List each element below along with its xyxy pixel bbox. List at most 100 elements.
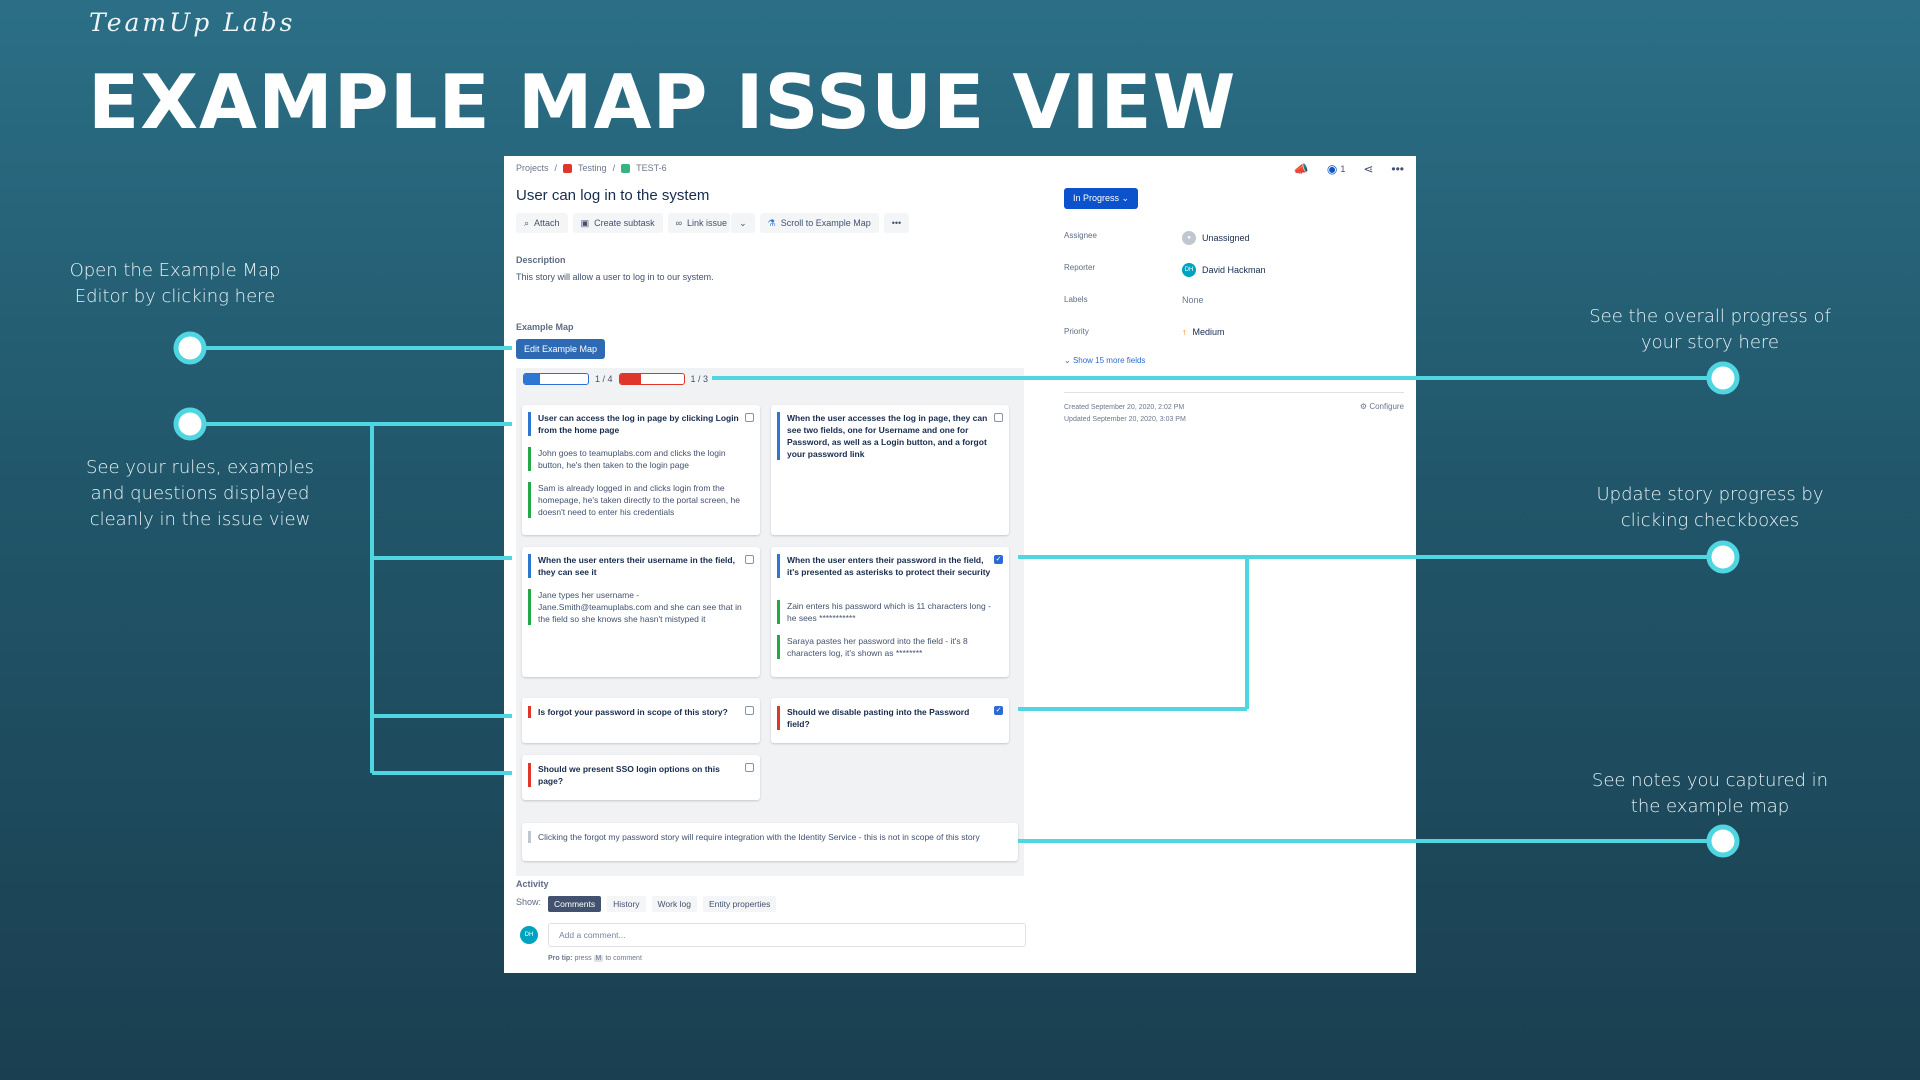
example-text: Sam is already logged in and clicks logi… [528,482,744,518]
labels-label: Labels [1064,295,1088,304]
status-dropdown[interactable]: In Progress ⌄ [1064,188,1139,209]
callout-dot [173,407,207,441]
rule-checkbox[interactable]: ✓ [994,555,1003,564]
configure-button[interactable]: ⚙ Configure [1360,402,1404,411]
rule-card: When the user accesses the log in page, … [771,405,1009,535]
example-text: Saraya pastes her password into the fiel… [777,635,993,659]
breadcrumb-issue-key[interactable]: TEST-6 [636,163,667,173]
assignee-value[interactable]: ● Unassigned [1182,231,1250,245]
question-card: Should we present SSO login options on t… [522,755,760,800]
paperclip-icon: ⌕ [524,217,530,228]
question-checkbox[interactable] [745,763,754,772]
question-card: Should we disable pasting into the Passw… [771,698,1009,743]
chevron-down-icon: ⌄ [1064,356,1071,365]
create-subtask-button[interactable]: ▣ Create subtask [572,213,663,233]
tab-history[interactable]: History [607,896,646,912]
labels-value[interactable]: None [1182,295,1204,305]
example-map-panel: 1 / 4 1 / 3 User can access the log in p… [516,368,1024,876]
link-dropdown-button[interactable]: ⌄ [731,213,755,233]
configure-label: Configure [1369,402,1404,411]
priority-label: Priority [1064,327,1089,336]
rule-card: When the user enters their password in t… [771,547,1009,677]
issue-toolbar: ⌕ Attach ▣ Create subtask ∞ Link issue ⌄ ⚗ S… [516,213,910,233]
question-card: Is forgot your password in scope of this… [522,698,760,743]
link-icon: ∞ [675,218,683,228]
note-text: Clicking the forgot my password story wi… [528,831,1002,843]
comment-input[interactable]: Add a comment... [548,923,1026,947]
rule-text: When the user accesses the log in page, … [777,412,993,460]
rule-card: When the user enters their username in t… [522,547,760,677]
reporter-label: Reporter [1064,263,1096,272]
question-text: Is forgot your password in scope of this… [528,706,744,718]
activity-label: Activity [516,879,549,889]
breadcrumb: Projects / Testing / TEST-6 [516,163,667,173]
link-issue-button[interactable]: ∞ Link issue [667,213,731,233]
breadcrumb-project[interactable]: Testing [578,163,607,173]
rule-text: When the user enters their password in t… [777,554,993,578]
attach-label: Attach [534,218,560,228]
gear-icon: ⚙ [1359,402,1368,411]
attach-button[interactable]: ⌕ Attach [516,213,568,233]
reporter-value[interactable]: DH David Hackman [1182,263,1266,277]
rule-text: User can access the log in page by click… [528,412,744,436]
description-text[interactable]: This story will allow a user to log in t… [516,272,714,282]
rule-checkbox[interactable] [994,413,1003,422]
avatar: DH [520,926,538,944]
question-text: Should we present SSO login options on t… [528,763,744,787]
reporter-name: David Hackman [1202,265,1266,275]
edit-example-map-button[interactable]: Edit Example Map [516,339,606,359]
pro-tip: Pro tip: press M to comment [548,955,642,962]
priority-value[interactable]: ↑ Medium [1182,327,1225,337]
flask-icon: ⚗ [767,217,776,228]
more-fields-label: Show 15 more fields [1072,356,1146,365]
questions-progress-text: 1 / 3 [690,374,709,384]
callout-dot [1706,540,1740,574]
story-icon [621,163,631,173]
example-text: Jane types her username - Jane.Smith@tea… [528,589,744,625]
tab-entity-properties[interactable]: Entity properties [702,896,777,912]
question-text: Should we disable pasting into the Passw… [777,706,993,730]
callout-dot [1706,824,1740,858]
issue-sidebar: In Progress ⌄ Assignee ● Unassigned Repor… [1058,156,1416,973]
brand-name: TeamUp Labs [89,8,296,37]
callout-checkboxes: Update story progress by clicking checkb… [1596,484,1824,531]
protip-suffix: to comment [605,955,642,962]
created-date: Created September 20, 2020, 2:02 PM [1064,404,1185,411]
scroll-to-example-map-button[interactable]: ⚗ Scroll to Example Map [759,213,879,233]
priority-field: Priority ↑ Medium [1064,327,1404,337]
project-icon [563,163,573,173]
question-checkbox[interactable] [745,706,754,715]
callout-progress: See the overall progress of your story h… [1589,306,1831,353]
show-more-fields-link[interactable]: ⌄ Show 15 more fields [1064,356,1145,365]
questions-progress-bar [618,373,685,385]
protip-key: M [593,955,604,962]
note-card: Clicking the forgot my password story wi… [522,823,1018,861]
example-map-label: Example Map [516,322,574,332]
breadcrumb-projects[interactable]: Projects [516,163,549,173]
user-icon: ● [1182,231,1196,245]
breadcrumb-separator: / [612,163,616,173]
rule-checkbox[interactable] [745,413,754,422]
rules-progress-fill [524,374,540,384]
arrow-up-icon: ↑ [1182,327,1187,337]
tab-work-log[interactable]: Work log [651,896,697,912]
question-checkbox[interactable]: ✓ [994,706,1003,715]
labels-field: Labels None [1064,295,1404,305]
divider [1064,392,1404,393]
more-actions-button[interactable]: ••• [883,213,910,233]
status-label: In Progress [1073,193,1120,203]
show-label: Show: [516,897,542,907]
issue-title[interactable]: User can log in to the system [516,187,709,204]
priority-name: Medium [1192,327,1225,337]
more-icon: ••• [891,218,902,228]
rule-text: When the user enters their username in t… [528,554,744,578]
rule-checkbox[interactable] [745,555,754,564]
scroll-label: Scroll to Example Map [780,218,871,228]
tab-comments[interactable]: Comments [548,896,602,912]
callout-dot [1706,361,1740,395]
issue-view-screenshot: Projects / Testing / TEST-6 📣 ◉ 1 ⋖ ••• … [504,156,1416,973]
avatar: DH [1182,263,1196,277]
progress-row: 1 / 4 1 / 3 [523,373,708,385]
link-label: Link issue [687,218,728,228]
rules-progress-text: 1 / 4 [595,374,613,384]
